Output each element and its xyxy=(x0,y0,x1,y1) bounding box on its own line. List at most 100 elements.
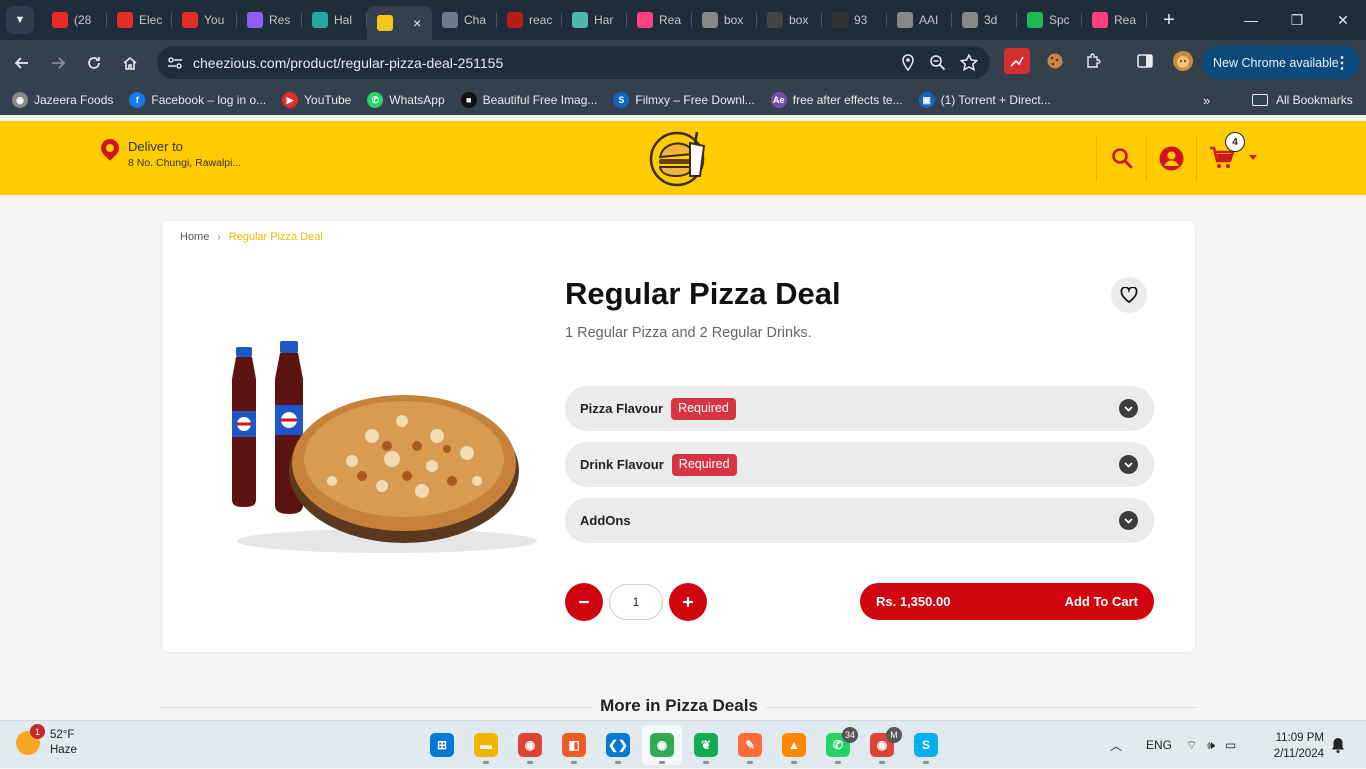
site-info-icon[interactable] xyxy=(163,51,187,75)
battery-icon[interactable]: ▭ xyxy=(1225,738,1236,752)
notification-bell-icon[interactable] xyxy=(1331,737,1345,757)
bookmark-item[interactable]: ✆ WhatsApp xyxy=(367,92,445,108)
address-bar[interactable]: cheezious.com/product/regular-pizza-deal… xyxy=(157,46,990,79)
browser-tab[interactable]: 93 xyxy=(822,4,887,36)
browser-tab[interactable]: You xyxy=(172,4,237,36)
tab-favicon-icon xyxy=(182,12,198,28)
bookmark-item[interactable]: ◉ Jazeera Foods xyxy=(12,92,113,108)
language-indicator[interactable]: ENG xyxy=(1146,738,1172,752)
chevron-down-icon[interactable] xyxy=(1119,511,1138,530)
add-to-cart-button[interactable]: Rs. 1,350.00 Add To Cart xyxy=(860,583,1154,620)
tab-title: Hal xyxy=(334,13,353,27)
extension-cookie-icon[interactable] xyxy=(1042,48,1068,74)
bookmark-item[interactable]: Ae free after effects te... xyxy=(770,92,903,108)
tab-search-chevron-icon[interactable]: ▼ xyxy=(6,6,34,34)
skype-icon[interactable]: S xyxy=(906,725,946,765)
option-drink-flavour[interactable]: Drink Flavour Required xyxy=(565,442,1154,487)
browser-tab[interactable]: Res xyxy=(237,4,302,36)
chrome-menu-icon[interactable]: ⋮ xyxy=(1334,53,1350,73)
browser-tab[interactable]: 3d xyxy=(952,4,1017,36)
required-badge: Required xyxy=(671,453,737,476)
side-panel-icon[interactable] xyxy=(1132,48,1158,74)
decrease-quantity-button[interactable] xyxy=(565,583,603,621)
reload-button[interactable] xyxy=(76,45,112,81)
home-button[interactable] xyxy=(112,45,148,81)
minimize-button[interactable]: — xyxy=(1228,0,1274,40)
user-icon xyxy=(1159,146,1184,170)
bookmark-item[interactable]: ▣ (1) Torrent + Direct... xyxy=(918,92,1051,108)
file-explorer-icon[interactable]: ▬ xyxy=(466,725,506,765)
tray-overflow-chevron-icon[interactable]: ︿ xyxy=(1110,737,1122,754)
postman-icon[interactable]: ◧ xyxy=(554,725,594,765)
extensions-puzzle-icon[interactable] xyxy=(1080,48,1106,74)
bookmark-favicon-icon: ▶ xyxy=(282,92,299,108)
windows-start-icon[interactable]: ⊞ xyxy=(422,725,462,765)
account-button[interactable] xyxy=(1146,135,1196,181)
new-tab-button[interactable]: + xyxy=(1155,6,1183,34)
browser-tab[interactable]: Har xyxy=(562,4,627,36)
browser-tab[interactable]: Spc xyxy=(1017,4,1082,36)
tab-title: Res xyxy=(269,13,291,27)
browser-tab[interactable]: Cha xyxy=(432,4,497,36)
vscode-icon[interactable]: ❮❯ xyxy=(598,725,638,765)
browser-tab[interactable]: Rea xyxy=(627,4,692,36)
bookmark-item[interactable]: ▶ YouTube xyxy=(282,92,351,108)
bookmark-item[interactable]: ■ Beautiful Free Imag... xyxy=(460,92,597,108)
browser-tab[interactable]: reac xyxy=(497,4,562,36)
browser-tab[interactable]: Elec xyxy=(107,4,172,36)
new-chrome-available-button[interactable]: New Chrome available ⋮ xyxy=(1202,46,1360,79)
browser-tab[interactable]: Rea xyxy=(1082,4,1147,36)
bookmark-star-icon[interactable] xyxy=(960,54,978,71)
browser-tab[interactable]: Hal xyxy=(302,4,367,36)
cart-button[interactable]: 4 xyxy=(1196,132,1257,181)
browser-tab[interactable]: × xyxy=(367,6,432,40)
app-glyph: S xyxy=(914,733,938,757)
breadcrumb-home[interactable]: Home xyxy=(180,231,209,243)
cheezious-logo[interactable] xyxy=(648,129,710,187)
bookmark-item[interactable]: f Facebook – log in o... xyxy=(129,92,266,108)
bookmarks-overflow-button[interactable]: » xyxy=(1203,85,1210,115)
browser-tab[interactable]: AAI xyxy=(887,4,952,36)
chrome-profile-icon[interactable]: ◉ xyxy=(642,725,682,765)
option-pizza-flavour[interactable]: Pizza Flavour Required xyxy=(565,386,1154,431)
folder-icon xyxy=(1252,94,1268,106)
clock[interactable]: 11:09 PM 2/11/2024 xyxy=(1262,730,1324,762)
option-addons[interactable]: AddOns xyxy=(565,498,1154,543)
extensions-area xyxy=(1004,48,1196,74)
back-button[interactable] xyxy=(4,45,40,81)
location-icon[interactable] xyxy=(901,54,915,71)
cart-count-badge: 4 xyxy=(1225,132,1245,152)
profile-avatar[interactable] xyxy=(1170,48,1196,74)
wifi-icon[interactable]: ⌔ xyxy=(1186,738,1197,753)
search-button[interactable] xyxy=(1096,135,1146,181)
chrome-m-icon[interactable]: ◉ M xyxy=(862,725,902,765)
zoom-icon[interactable] xyxy=(929,54,946,71)
chevron-down-icon[interactable] xyxy=(1119,399,1138,418)
weather-widget[interactable]: 1 52°F Haze xyxy=(16,724,77,758)
browser-tab[interactable]: box xyxy=(692,4,757,36)
volume-icon[interactable]: 🕪 xyxy=(1207,738,1215,753)
forward-button[interactable] xyxy=(40,45,76,81)
quantity-input[interactable] xyxy=(609,584,663,620)
close-window-button[interactable]: ✕ xyxy=(1320,0,1366,40)
delivery-location[interactable]: Deliver to 8 No. Chungi, Rawalpi... xyxy=(97,135,241,169)
postman-orange-icon[interactable]: ✎ xyxy=(730,725,770,765)
extension-chart-icon[interactable] xyxy=(1004,48,1030,74)
browser-tab[interactable]: box xyxy=(757,4,822,36)
app-glyph: ❦ xyxy=(694,733,718,757)
running-indicator xyxy=(747,761,753,764)
vlc-icon[interactable]: ▲ xyxy=(774,725,814,765)
chevron-down-icon[interactable] xyxy=(1119,455,1138,474)
cart-dropdown-caret-icon[interactable] xyxy=(1249,155,1257,160)
mongodb-icon[interactable]: ❦ xyxy=(686,725,726,765)
increase-quantity-button[interactable] xyxy=(669,583,707,621)
favorite-button[interactable] xyxy=(1111,277,1147,313)
chrome-icon[interactable]: ◉ xyxy=(510,725,550,765)
restore-button[interactable]: ❐ xyxy=(1274,0,1320,40)
all-bookmarks-button[interactable]: All Bookmarks xyxy=(1252,85,1353,115)
bookmark-item[interactable]: S Filmxy – Free Downl... xyxy=(613,92,755,108)
tab-close-icon[interactable]: × xyxy=(413,15,421,31)
url-text[interactable]: cheezious.com/product/regular-pizza-deal… xyxy=(193,55,503,71)
browser-tab[interactable]: (28 xyxy=(42,4,107,36)
whatsapp-icon[interactable]: ✆ 34 xyxy=(818,725,858,765)
